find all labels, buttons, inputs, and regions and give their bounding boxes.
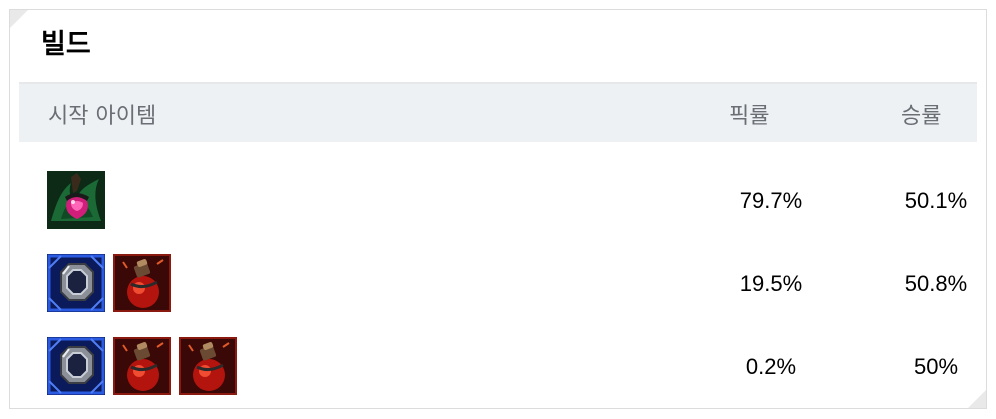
dark-seal-icon[interactable] <box>47 171 105 229</box>
card-corner-fold <box>10 10 28 28</box>
health-potion-icon[interactable] <box>113 337 171 395</box>
win-rate-value: 50% <box>913 354 959 379</box>
item-icons <box>47 337 237 395</box>
pick-rate-value: 0.2% <box>745 354 797 379</box>
item-icons <box>47 254 171 312</box>
health-potion-icon[interactable] <box>113 254 171 312</box>
dorans-ring-icon[interactable] <box>47 254 105 312</box>
build-card: 빌드 시작 아이템 픽률 승률 79.7% 50.1% 19.5% 50.8% … <box>9 9 987 409</box>
health-potion-icon[interactable] <box>179 337 237 395</box>
header-starting-items: 시작 아이템 <box>48 104 157 129</box>
win-rate-value: 50.1% <box>904 188 968 213</box>
table-row: 79.7% 50.1% <box>19 171 977 231</box>
header-win-rate: 승률 <box>901 104 942 129</box>
item-icons <box>47 171 105 229</box>
table-row: 19.5% 50.8% <box>19 254 977 314</box>
pick-rate-value: 79.7% <box>739 188 803 213</box>
table-header: 시작 아이템 픽률 승률 <box>19 84 977 142</box>
header-pick-rate: 픽률 <box>729 104 770 129</box>
pick-rate-value: 19.5% <box>739 271 803 296</box>
dorans-ring-icon[interactable] <box>47 337 105 395</box>
win-rate-value: 50.8% <box>904 271 968 296</box>
table-row: 0.2% 50% <box>19 337 977 397</box>
section-title: 빌드 <box>41 29 91 60</box>
